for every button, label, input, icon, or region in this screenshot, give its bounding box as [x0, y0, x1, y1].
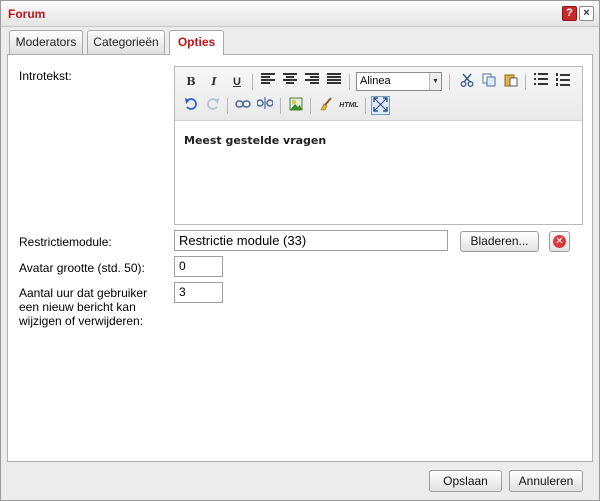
chevron-down-icon: ▼ [429, 73, 441, 90]
tab-moderators[interactable]: Moderators [9, 30, 83, 54]
cut-icon[interactable] [458, 73, 476, 91]
dialog-title: Forum [8, 7, 46, 21]
options-panel: Introtekst: B I U Alinea ▼ HTML Meest ge… [7, 54, 593, 462]
format-select[interactable]: Alinea ▼ [356, 72, 442, 91]
italic-button[interactable]: I [205, 73, 223, 91]
image-icon[interactable] [287, 97, 305, 115]
toolbar-separator [349, 74, 350, 90]
maximize-icon[interactable] [371, 96, 390, 115]
html-source-button[interactable]: HTML [337, 97, 361, 115]
tab-categories[interactable]: Categorieën [87, 30, 165, 54]
help-button[interactable]: ? [562, 6, 577, 21]
align-justify-icon[interactable] [325, 73, 343, 91]
restriction-input[interactable]: Restrictie module (33) [174, 230, 448, 251]
edit-hours-label: Aantal uur dat gebruiker een nieuw beric… [19, 286, 148, 328]
unlink-icon[interactable] [256, 97, 274, 115]
align-right-icon[interactable] [303, 73, 321, 91]
editor-toolbar: B I U Alinea ▼ HTML [175, 67, 582, 121]
clear-restriction-button[interactable]: ✕ [549, 231, 570, 252]
editor-text: Meest gestelde vragen [184, 134, 327, 147]
align-center-icon[interactable] [281, 73, 299, 91]
avatar-size-label: Avatar grootte (std. 50): [19, 261, 145, 275]
align-left-icon[interactable] [259, 73, 277, 91]
toolbar-separator [310, 98, 311, 114]
edit-hours-input[interactable]: 3 [174, 282, 223, 303]
toolbar-separator [252, 74, 253, 90]
link-icon[interactable] [234, 97, 252, 115]
format-select-value: Alinea [360, 75, 391, 87]
toolbar-separator [365, 98, 366, 114]
toolbar-separator [280, 98, 281, 114]
cancel-button[interactable]: Annuleren [509, 470, 583, 492]
redo-icon [204, 97, 222, 115]
browse-button[interactable]: Bladeren... [460, 231, 539, 252]
bullet-list-icon[interactable] [532, 73, 550, 91]
close-button[interactable]: × [579, 6, 594, 21]
restriction-label: Restrictiemodule: [19, 235, 112, 249]
bold-button[interactable]: B [182, 73, 200, 91]
copy-icon[interactable] [480, 73, 498, 91]
avatar-size-input[interactable]: 0 [174, 256, 223, 277]
numbered-list-icon[interactable] [554, 73, 572, 91]
toolbar-separator [227, 98, 228, 114]
undo-icon[interactable] [182, 97, 200, 115]
save-button[interactable]: Opslaan [429, 470, 502, 492]
toolbar-separator [525, 74, 526, 90]
forum-dialog: Forum ? × Moderators Categorieën Opties … [0, 0, 600, 501]
toolbar-separator [449, 74, 450, 90]
paste-icon[interactable] [502, 73, 520, 91]
remove-icon: ✕ [553, 235, 566, 248]
rich-text-editor: B I U Alinea ▼ HTML Meest gestelde vrage… [174, 66, 583, 225]
underline-button[interactable]: U [228, 73, 246, 91]
clean-format-icon[interactable] [317, 97, 335, 115]
intro-label: Introtekst: [19, 69, 72, 83]
tab-options[interactable]: Opties [169, 30, 224, 55]
title-bar: Forum ? × [1, 1, 599, 27]
